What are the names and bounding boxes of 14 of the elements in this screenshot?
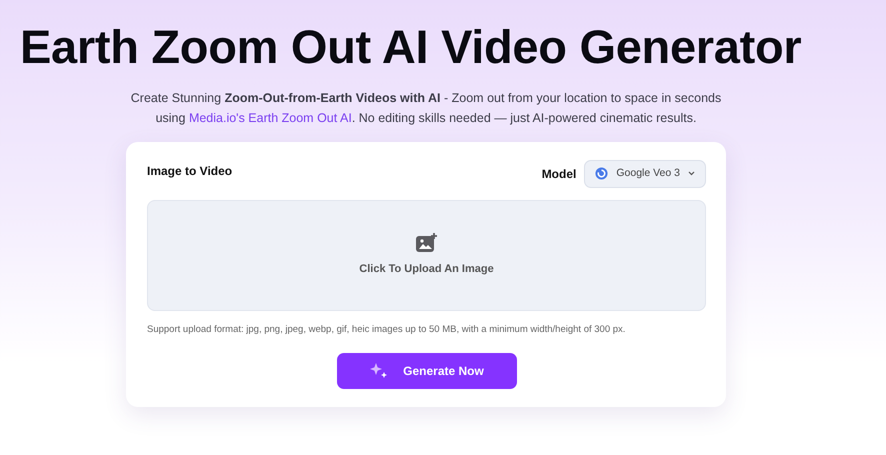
page-title: Earth Zoom Out AI Video Generator xyxy=(20,19,802,75)
model-dropdown[interactable]: Google Veo 3 xyxy=(584,160,706,188)
model-logo-icon xyxy=(595,167,608,180)
card-heading: Image to Video xyxy=(147,162,232,180)
upload-area[interactable]: Click To Upload An Image xyxy=(147,200,706,311)
upload-label: Click To Upload An Image xyxy=(359,262,494,277)
add-image-icon xyxy=(416,233,438,253)
product-link[interactable]: Media.io's Earth Zoom Out AI xyxy=(188,111,352,125)
generate-button[interactable]: Generate Now xyxy=(336,353,516,389)
format-note: Support upload format: jpg, png, jpeg, webp, gif, heic images up to 50 MB, with a minimum width/height of 300 px. xyxy=(147,322,626,337)
sparkle-icon xyxy=(369,362,390,380)
intro-text: Create Stunning Zoom-Out-from-Earth Videos with AI - Zoom out from your location to space in seconds using Media.io's Earth Zoom Out AI. No editing skills needed — just AI-powered cinematic results. xyxy=(130,90,722,127)
chevron-down-icon xyxy=(688,171,695,176)
model-label: Model xyxy=(542,166,576,183)
